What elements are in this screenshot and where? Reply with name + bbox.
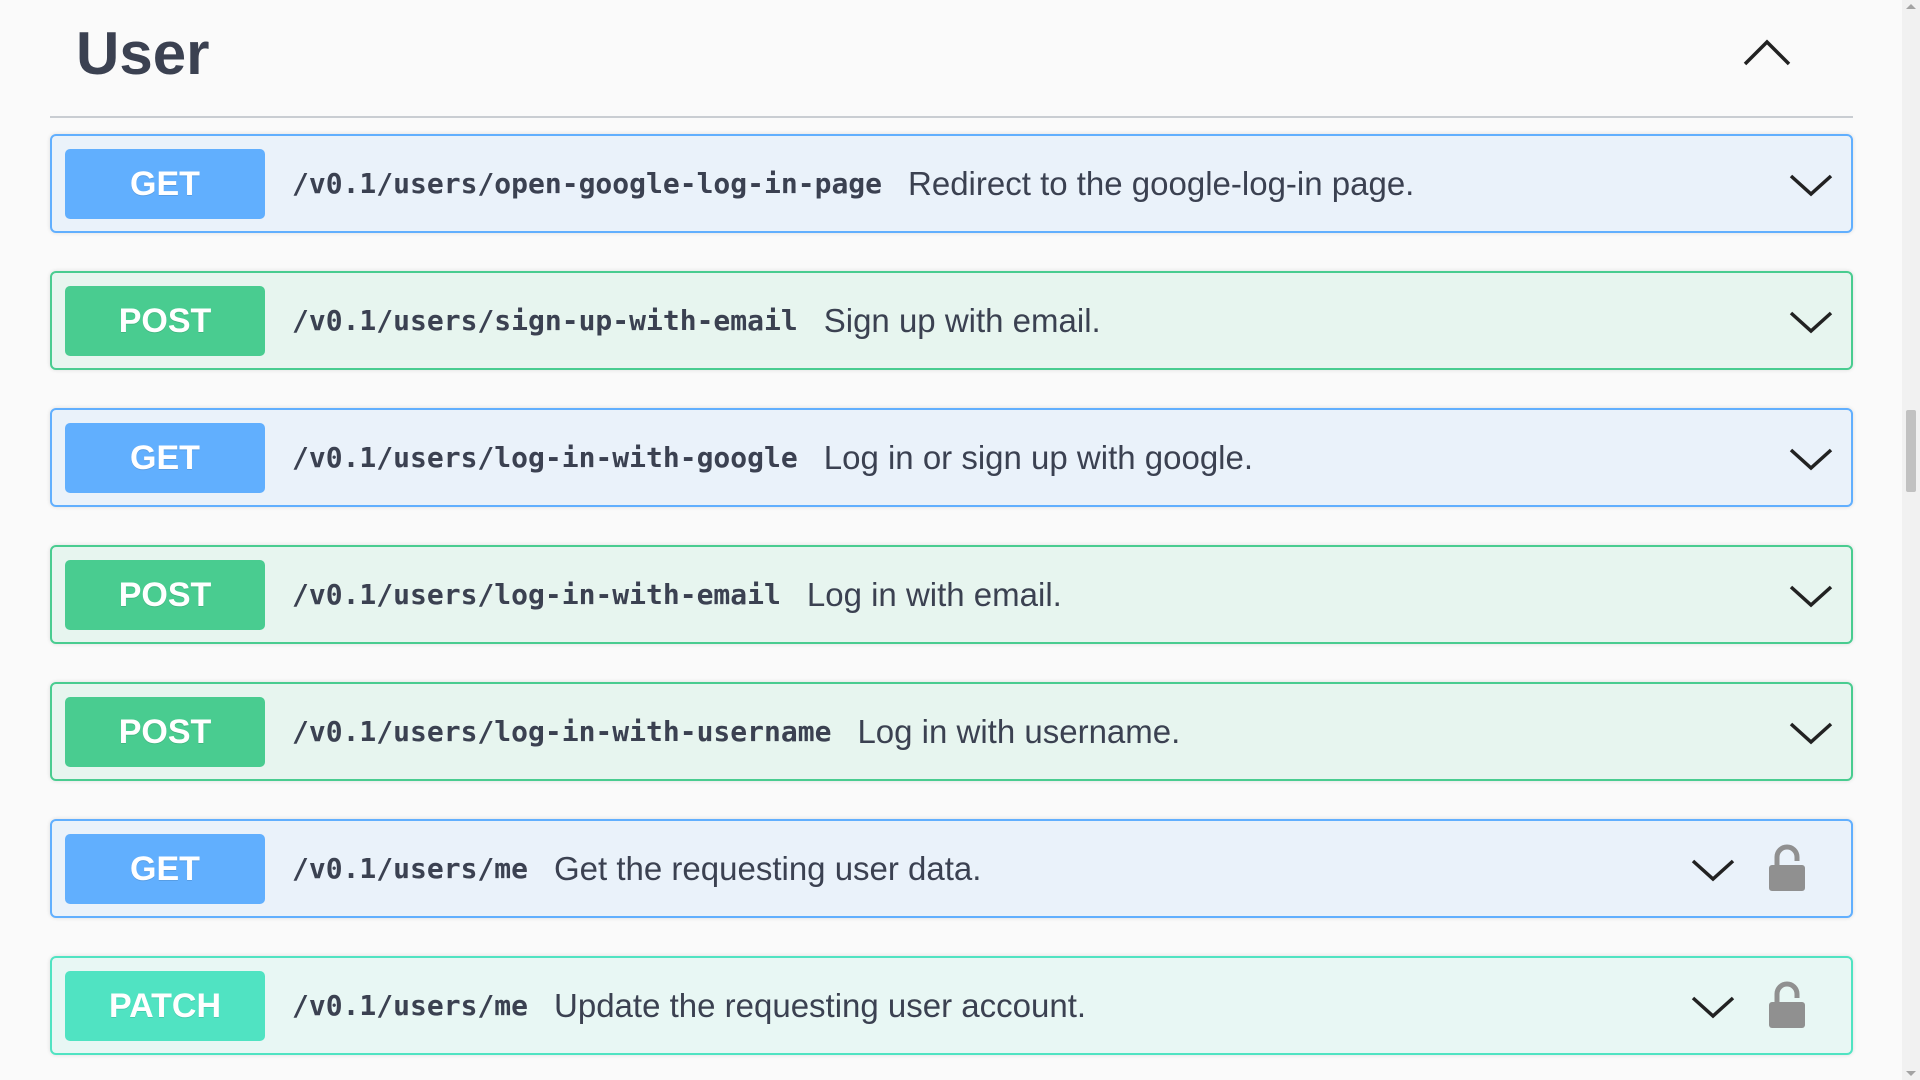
chevron-up-icon[interactable] — [1739, 34, 1795, 70]
operation-summary: /v0.1/users/open-google-log-in-page Redi… — [292, 136, 1414, 231]
chevron-down-icon[interactable] — [1689, 853, 1737, 885]
operation-block[interactable]: GET /v0.1/users/open-google-log-in-page … — [50, 134, 1853, 233]
chevron-down-icon[interactable] — [1787, 579, 1835, 611]
operation-summary: /v0.1/users/sign-up-with-email Sign up w… — [292, 273, 1101, 368]
operation-description: Get the requesting user data. — [554, 849, 982, 887]
operation-block[interactable]: GET /v0.1/users/me Get the requesting us… — [50, 819, 1853, 918]
chevron-down-icon[interactable] — [1787, 716, 1835, 748]
operation-block[interactable]: POST /v0.1/users/log-in-with-username Lo… — [50, 682, 1853, 781]
scrollbar-thumb[interactable] — [1906, 410, 1916, 492]
operations-list: GET /v0.1/users/open-google-log-in-page … — [50, 134, 1853, 1080]
operation-description: Log in or sign up with google. — [823, 438, 1254, 476]
operation-description: Log in with username. — [857, 712, 1181, 750]
api-docs-page: User GET /v0.1/users/open-google-log-in-… — [0, 0, 1920, 1080]
operation-path: /v0.1/users/me — [292, 989, 529, 1022]
chevron-down-icon[interactable] — [1787, 168, 1835, 200]
operation-description: Update the requesting user account. — [554, 986, 1087, 1024]
operation-path: /v0.1/users/me — [292, 852, 529, 885]
user-section: User GET /v0.1/users/open-google-log-in-… — [50, 0, 1853, 1055]
operation-path: /v0.1/users/log-in-with-google — [292, 441, 798, 474]
method-badge: GET — [65, 423, 265, 493]
operation-description: Log in with email. — [806, 575, 1062, 613]
method-badge: POST — [65, 560, 265, 630]
vertical-scrollbar[interactable] — [1902, 0, 1920, 1080]
section-header[interactable]: User — [50, 0, 1853, 118]
operation-description: Sign up with email. — [823, 301, 1101, 339]
method-badge: GET — [65, 149, 265, 219]
chevron-down-icon[interactable] — [1787, 442, 1835, 474]
chevron-down-icon[interactable] — [1787, 305, 1835, 337]
operation-summary: /v0.1/users/me Get the requesting user d… — [292, 821, 981, 916]
operation-path: /v0.1/users/sign-up-with-email — [292, 304, 798, 337]
lock-icon[interactable] — [1767, 843, 1807, 893]
method-badge: POST — [65, 697, 265, 767]
operation-path: /v0.1/users/log-in-with-email — [292, 578, 781, 611]
operation-description: Redirect to the google-log-in page. — [908, 164, 1415, 202]
method-badge: PATCH — [65, 971, 265, 1041]
operation-summary: /v0.1/users/log-in-with-google Log in or… — [292, 410, 1253, 505]
operation-path: /v0.1/users/log-in-with-username — [292, 715, 832, 748]
operation-summary: /v0.1/users/log-in-with-username Log in … — [292, 684, 1180, 779]
operation-block[interactable]: POST /v0.1/users/log-in-with-email Log i… — [50, 545, 1853, 644]
section-title: User — [76, 20, 210, 87]
method-badge: POST — [65, 286, 265, 356]
operation-summary: /v0.1/users/log-in-with-email Log in wit… — [292, 547, 1062, 642]
operation-summary: /v0.1/users/me Update the requesting use… — [292, 958, 1086, 1053]
operation-block[interactable]: POST /v0.1/users/sign-up-with-email Sign… — [50, 271, 1853, 370]
scroll-up-arrow-icon[interactable] — [1906, 4, 1916, 9]
operation-path: /v0.1/users/open-google-log-in-page — [292, 167, 883, 200]
operation-block[interactable]: GET /v0.1/users/log-in-with-google Log i… — [50, 408, 1853, 507]
chevron-down-icon[interactable] — [1689, 990, 1737, 1022]
scroll-down-arrow-icon[interactable] — [1906, 1071, 1916, 1076]
lock-icon[interactable] — [1767, 980, 1807, 1030]
method-badge: GET — [65, 834, 265, 904]
operation-block[interactable]: PATCH /v0.1/users/me Update the requesti… — [50, 956, 1853, 1055]
